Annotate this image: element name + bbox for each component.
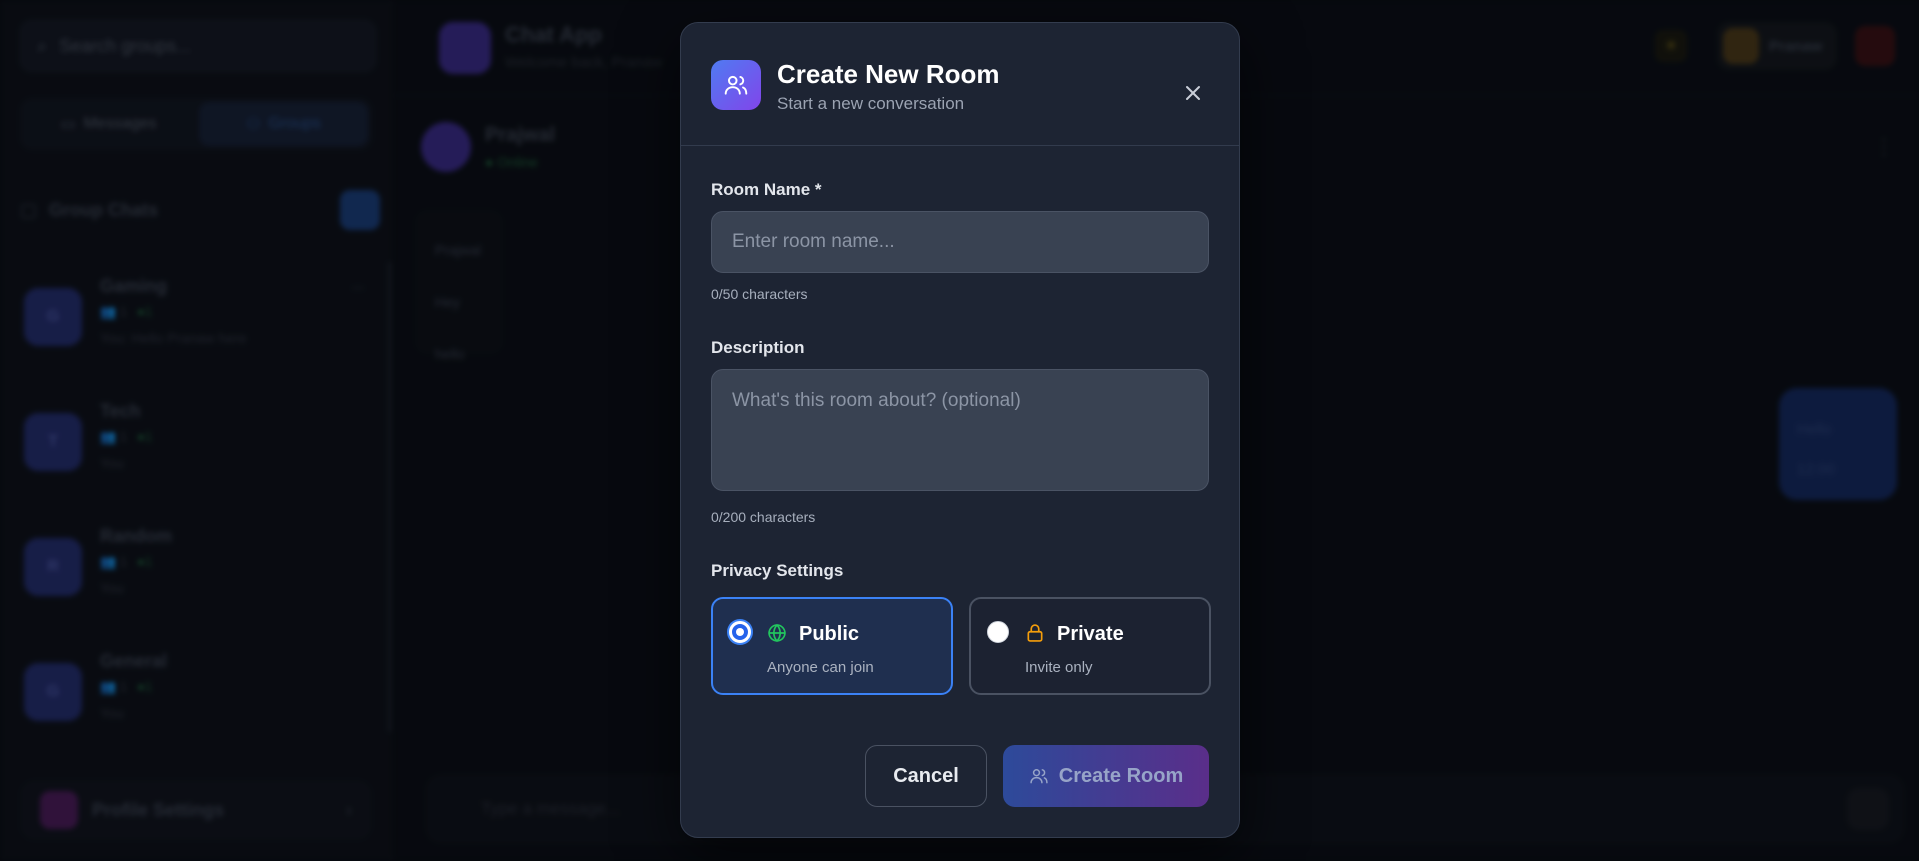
room-name-counter: 0/50 characters [711,286,808,302]
room-name-input[interactable] [711,211,1209,273]
private-radio[interactable] [987,621,1009,643]
privacy-option-desc: Invite only [1025,659,1093,676]
users-icon [711,60,761,110]
app-root: ⌕ Search groups... ▭ Messages ⚇ Groups ▢ G… [0,0,1919,861]
modal-title: Create New Room [777,59,1000,89]
close-icon [1186,86,1200,100]
privacy-option-desc: Anyone can join [767,659,874,676]
modal-subtitle: Start a new conversation [777,94,965,113]
globe-icon [768,623,786,643]
cancel-button[interactable]: Cancel [865,745,987,807]
privacy-option-title: Public [799,623,860,645]
privacy-settings-label: Privacy Settings [711,561,844,580]
description-textarea[interactable] [711,369,1209,491]
create-room-label: Create Room [1058,764,1184,787]
description-label: Description [711,338,805,357]
create-room-modal: Create New Room Start a new conversation… [680,22,1240,838]
lock-icon [1027,624,1043,642]
privacy-option-public[interactable]: Public Anyone can join [711,597,953,695]
create-room-button[interactable]: Create Room [1003,745,1209,807]
description-counter: 0/200 characters [711,509,816,525]
modal-header: Create New Room Start a new conversation [681,23,1239,146]
users-icon [1030,769,1048,784]
public-radio[interactable] [729,621,751,643]
close-button[interactable] [1173,73,1213,113]
room-name-label: Room Name * [711,180,822,199]
privacy-option-private[interactable]: Private Invite only [969,597,1211,695]
privacy-option-title: Private [1057,623,1124,645]
